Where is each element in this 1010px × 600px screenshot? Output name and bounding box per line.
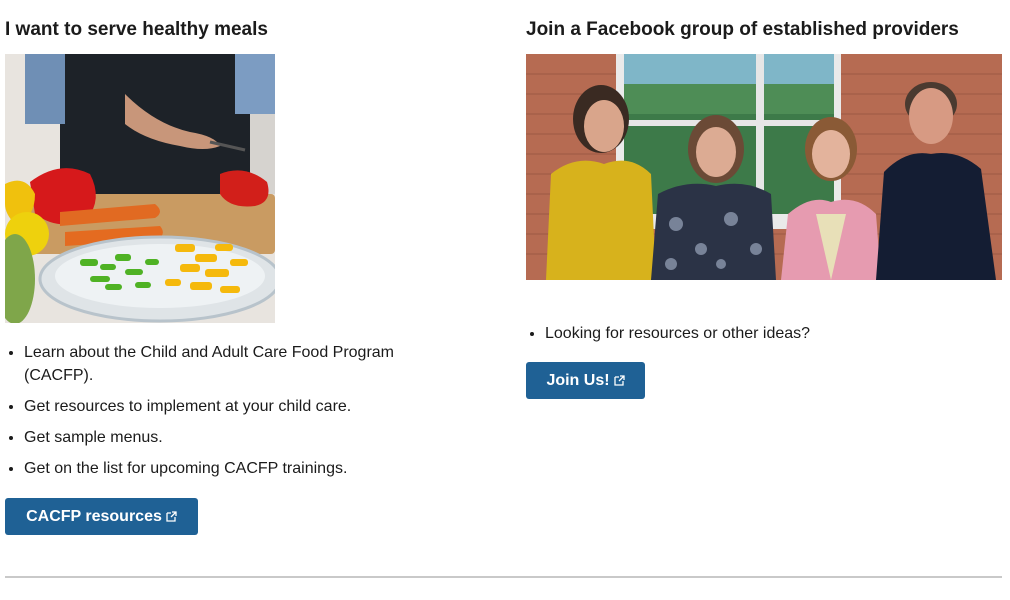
list-item: Get sample menus. (24, 426, 454, 449)
healthy-meals-heading: I want to serve healthy meals (5, 19, 268, 40)
external-link-icon (166, 511, 177, 522)
page: I want to serve healthy meals • Learn ab… (0, 0, 1010, 600)
list-item: Learn about the Child and Adult Care Foo… (24, 341, 454, 387)
external-link-icon (613, 375, 625, 386)
join-us-label: Join Us! (546, 371, 610, 389)
join-us-button[interactable]: Join Us! (526, 362, 645, 399)
facebook-group-heading: Join a Facebook group of established pro… (526, 19, 959, 40)
section-divider (5, 576, 1002, 578)
healthy-meals-list: Learn about the Child and Adult Care Foo… (5, 341, 454, 488)
healthy-meals-photo (5, 54, 275, 323)
facebook-group-list: Looking for resources or other ideas? (526, 322, 985, 353)
list-item: Looking for resources or other ideas? (545, 322, 985, 345)
list-item: Get resources to implement at your child… (24, 395, 454, 418)
cacfp-resources-label: CACFP resources (26, 507, 162, 525)
cacfp-resources-button[interactable]: CACFP resources (5, 498, 198, 535)
list-item: Get on the list for upcoming CACFP train… (24, 457, 454, 480)
facebook-group-photo (526, 54, 1002, 280)
